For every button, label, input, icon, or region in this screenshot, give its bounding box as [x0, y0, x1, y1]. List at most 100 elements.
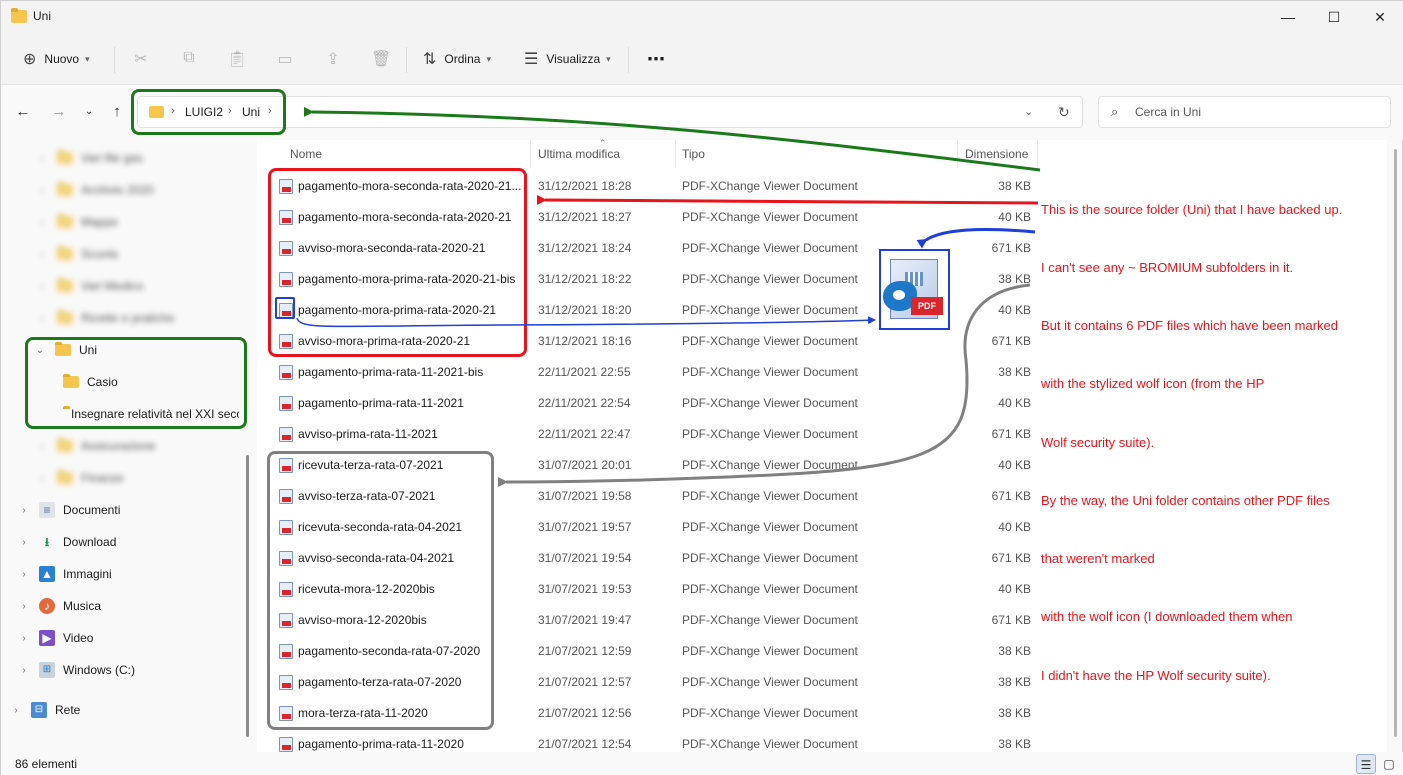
chevron-right-icon: › — [22, 568, 26, 580]
file-type: PDF-XChange Viewer Document — [682, 551, 858, 565]
tree-item-immagini[interactable]: › ▲ Immagini — [17, 559, 112, 589]
file-row[interactable]: pagamento-seconda-rata-07-2020 21/07/2021… — [257, 636, 1037, 667]
details-view-icon[interactable]: ☰ — [1356, 754, 1376, 774]
file-modified-date: 22/11/2021 22:47 — [538, 427, 631, 441]
tree-item-blurred[interactable]: › Vari file gas — [35, 143, 143, 173]
file-row[interactable]: avviso-mora-12-2020bis 31/07/2021 19:47 PD… — [257, 605, 1037, 636]
file-size: 671 KB — [991, 241, 1031, 255]
back-arrow-icon[interactable]: ← — [13, 103, 33, 123]
chevron-down-icon: ▾ — [606, 53, 611, 64]
file-row[interactable]: mora-terza-rata-11-2020 21/07/2021 12:56 P… — [257, 698, 1037, 729]
pdf-file-icon — [279, 675, 293, 690]
paste-icon[interactable]: 📋︎ — [227, 49, 247, 69]
tree-item-blurred[interactable]: › Assicurazione — [35, 431, 156, 461]
tree-item-video[interactable]: › ▶ Video — [17, 623, 93, 653]
tree-item-blurred[interactable]: › Ricette e pratiche — [35, 303, 174, 333]
breadcrumb-luigi2[interactable]: LUIGI2 — [185, 105, 223, 119]
navigation-row: ← → ⌄ ↑ › LUIGI2 › Uni › ⌄ ↻ ⌕ — [1, 85, 1403, 140]
file-row[interactable]: ricevuta-terza-rata-07-2021 31/07/2021 20… — [257, 450, 1037, 481]
copy-icon[interactable]: ⧉ — [179, 49, 199, 69]
file-modified-date: 31/12/2021 18:20 — [538, 303, 632, 317]
chevron-right-icon: › — [40, 216, 44, 228]
share-icon[interactable]: ⇪ — [323, 49, 343, 69]
music-icon: ♪ — [39, 598, 55, 614]
tree-item-windows-drive[interactable]: › ⊞ Windows (C:) — [17, 655, 135, 685]
document-icon: ≡ — [39, 502, 55, 518]
column-divider[interactable] — [957, 140, 958, 168]
up-arrow-icon[interactable]: ↑ — [107, 103, 127, 123]
tiles-view-icon[interactable]: ▢ — [1379, 754, 1399, 774]
address-dropdown-icon[interactable]: ⌄ — [1024, 105, 1033, 118]
address-bar[interactable]: › LUIGI2 › Uni › ⌄ ↻ — [137, 96, 1083, 128]
command-bar: ⊕ Nuovo ▾ ✂ ⧉ 📋︎ ▭ ⇪ 🗑︎ ⇅ Ordina ▾ ☰ Vis… — [1, 33, 1403, 85]
file-row[interactable]: pagamento-prima-rata-11-2021-bis 22/11/20… — [257, 357, 1037, 388]
minimize-button[interactable]: — — [1265, 1, 1311, 33]
search-box[interactable]: ⌕ — [1098, 96, 1391, 128]
file-row[interactable]: avviso-mora-prima-rata-2020-21 31/12/2021… — [257, 326, 1037, 357]
tree-item-label: Insegnare relatività nel XXI secolo — [71, 407, 239, 421]
view-lines-icon: ☰ — [524, 51, 539, 68]
sort-arrows-icon: ⇅ — [423, 51, 437, 68]
tree-item-download[interactable]: › ⭳ Download — [17, 527, 116, 557]
file-row[interactable]: ricevuta-mora-12-2020bis 31/07/2021 19:53… — [257, 574, 1037, 605]
breadcrumb-uni[interactable]: Uni — [242, 105, 260, 119]
column-divider[interactable] — [675, 140, 676, 168]
file-name: pagamento-terza-rata-07-2020 — [298, 675, 462, 689]
sort-button[interactable]: ⇅ Ordina ▾ — [423, 47, 491, 71]
file-row[interactable]: ricevuta-seconda-rata-04-2021 31/07/2021 … — [257, 512, 1037, 543]
column-divider[interactable] — [530, 140, 531, 168]
file-name: pagamento-mora-seconda-rata-2020-21 — [298, 210, 512, 224]
maximize-button[interactable]: ☐ — [1311, 1, 1357, 33]
nav-pane-scrollbar[interactable] — [246, 455, 249, 737]
column-header-type[interactable]: Tipo — [682, 147, 705, 161]
file-name: avviso-mora-12-2020bis — [298, 613, 427, 627]
file-row[interactable]: pagamento-prima-rata-11-2021 22/11/2021 2… — [257, 388, 1037, 419]
tree-item-uni[interactable]: ⌄ Uni — [33, 335, 97, 365]
tree-item-blurred[interactable]: › Mappe — [35, 207, 118, 237]
cut-icon[interactable]: ✂ — [131, 49, 151, 69]
close-button[interactable]: ✕ — [1357, 1, 1403, 33]
annotation-line: By the way, the Uni folder contains othe… — [1041, 492, 1330, 508]
column-header-size[interactable]: Dimensione — [965, 147, 1028, 161]
column-divider[interactable] — [1037, 140, 1038, 168]
view-button[interactable]: ☰ Visualizza ▾ — [524, 47, 611, 71]
forward-arrow-icon[interactable]: → — [49, 103, 69, 123]
tree-item-blurred[interactable]: › Scuola — [35, 239, 118, 269]
tree-item-musica[interactable]: › ♪ Musica — [17, 591, 101, 621]
navigation-pane: › Vari file gas › Archivio 2020 › Mappe … — [1, 140, 253, 752]
file-row[interactable]: avviso-prima-rata-11-2021 22/11/2021 22:4… — [257, 419, 1037, 450]
annotation-text: This is the source folder (Uni) that I h… — [1041, 161, 1396, 704]
chevron-right-icon: › — [22, 536, 26, 548]
tree-item-blurred[interactable]: › Finanze — [35, 463, 124, 493]
file-size: 38 KB — [998, 737, 1031, 751]
wolf-pdf-label: PDF — [911, 297, 943, 315]
tree-item-insegnare[interactable]: Insegnare relatività nel XXI secolo — [63, 399, 239, 429]
tree-item-documenti[interactable]: › ≡ Documenti — [17, 495, 120, 525]
file-row[interactable]: pagamento-mora-seconda-rata-2020-21... 31… — [257, 171, 1037, 202]
file-modified-date: 31/12/2021 18:22 — [538, 272, 632, 286]
file-row[interactable]: pagamento-mora-seconda-rata-2020-21 31/12… — [257, 202, 1037, 233]
file-row[interactable]: avviso-terza-rata-07-2021 31/07/2021 19:5… — [257, 481, 1037, 512]
more-options-button[interactable]: ⋯ — [647, 47, 665, 71]
tree-item-label: Musica — [63, 599, 102, 613]
rename-icon[interactable]: ▭ — [275, 49, 295, 69]
file-row[interactable]: pagamento-terza-rata-07-2020 21/07/2021 1… — [257, 667, 1037, 698]
column-header-modified[interactable]: Ultima modifica — [538, 147, 620, 161]
search-input[interactable] — [1135, 102, 1375, 122]
title-bar: Uni — ☐ ✕ — [1, 1, 1403, 33]
new-button[interactable]: ⊕ Nuovo ▾ — [23, 47, 90, 71]
file-type: PDF-XChange Viewer Document — [682, 582, 858, 596]
trash-icon[interactable]: 🗑︎ — [371, 49, 391, 69]
tree-item-blurred[interactable]: › Archivio 2020 — [35, 175, 154, 205]
refresh-icon[interactable]: ↻ — [1058, 104, 1070, 121]
tree-item-rete[interactable]: › ⊟ Rete — [9, 695, 80, 725]
column-header-name[interactable]: Nome — [290, 147, 322, 161]
tree-item-casio[interactable]: Casio — [63, 367, 118, 397]
tree-item-blurred[interactable]: › Vari Medico — [35, 271, 143, 301]
file-size: 40 KB — [998, 210, 1031, 224]
folder-icon — [55, 342, 71, 356]
tree-item-label: Documenti — [63, 503, 121, 517]
file-row[interactable]: avviso-seconda-rata-04-2021 31/07/2021 19… — [257, 543, 1037, 574]
chevron-down-icon[interactable]: ⌄ — [33, 345, 47, 356]
recent-locations-chevron-icon[interactable]: ⌄ — [79, 106, 99, 126]
